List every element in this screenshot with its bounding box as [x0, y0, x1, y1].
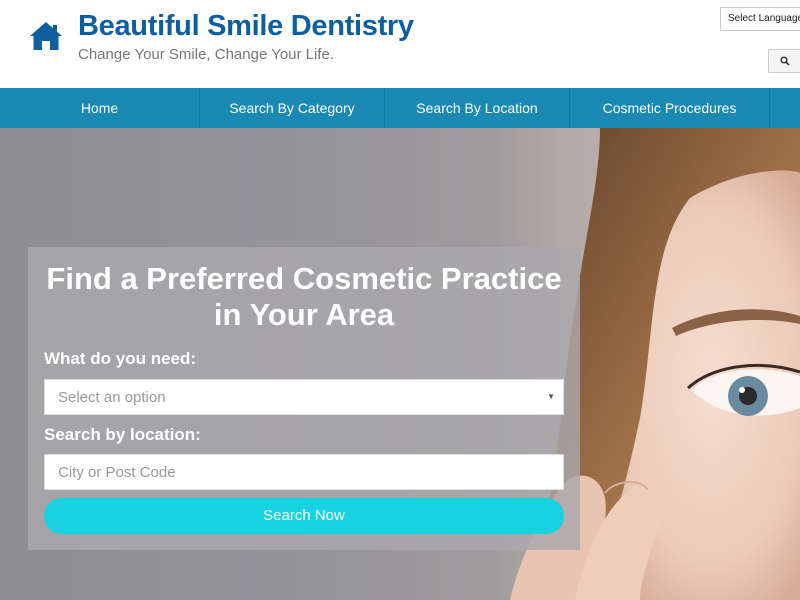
- search-icon: [780, 56, 790, 66]
- nav-item-home[interactable]: Home: [0, 88, 200, 128]
- site-tagline: Change Your Smile, Change Your Life.: [78, 46, 335, 63]
- nav-item-search-by-location[interactable]: Search By Location: [385, 88, 570, 128]
- hero-title: Find a Preferred Cosmetic Practice in Yo…: [28, 261, 580, 333]
- site-header: Beautiful Smile Dentistry Change Your Sm…: [0, 0, 800, 88]
- hero-title-line-2: in Your Area: [213, 297, 395, 332]
- site-title[interactable]: Beautiful Smile Dentistry: [78, 10, 414, 43]
- need-label: What do you need:: [44, 349, 197, 368]
- chevron-down-icon: ▼: [547, 392, 555, 401]
- search-button[interactable]: [768, 49, 800, 73]
- hero-section: Find a Preferred Cosmetic Practice in Yo…: [0, 128, 800, 600]
- nav-item-search-by-category[interactable]: Search By Category: [200, 88, 385, 128]
- location-label: Search by location:: [44, 425, 201, 444]
- hero-title-line-1: Find a Preferred Cosmetic Practice: [46, 261, 562, 296]
- location-input[interactable]: [44, 454, 564, 490]
- language-select[interactable]: Select Language: [720, 7, 800, 31]
- nav-item-cosmetic-procedures[interactable]: Cosmetic Procedures: [570, 88, 770, 128]
- search-now-button[interactable]: Search Now: [44, 498, 564, 534]
- home-icon[interactable]: [28, 20, 64, 52]
- search-panel: Find a Preferred Cosmetic Practice in Yo…: [28, 247, 580, 550]
- main-nav: Home Search By Category Search By Locati…: [0, 88, 800, 128]
- need-select[interactable]: Select an option ▼: [44, 379, 564, 415]
- need-select-value: Select an option: [58, 389, 166, 406]
